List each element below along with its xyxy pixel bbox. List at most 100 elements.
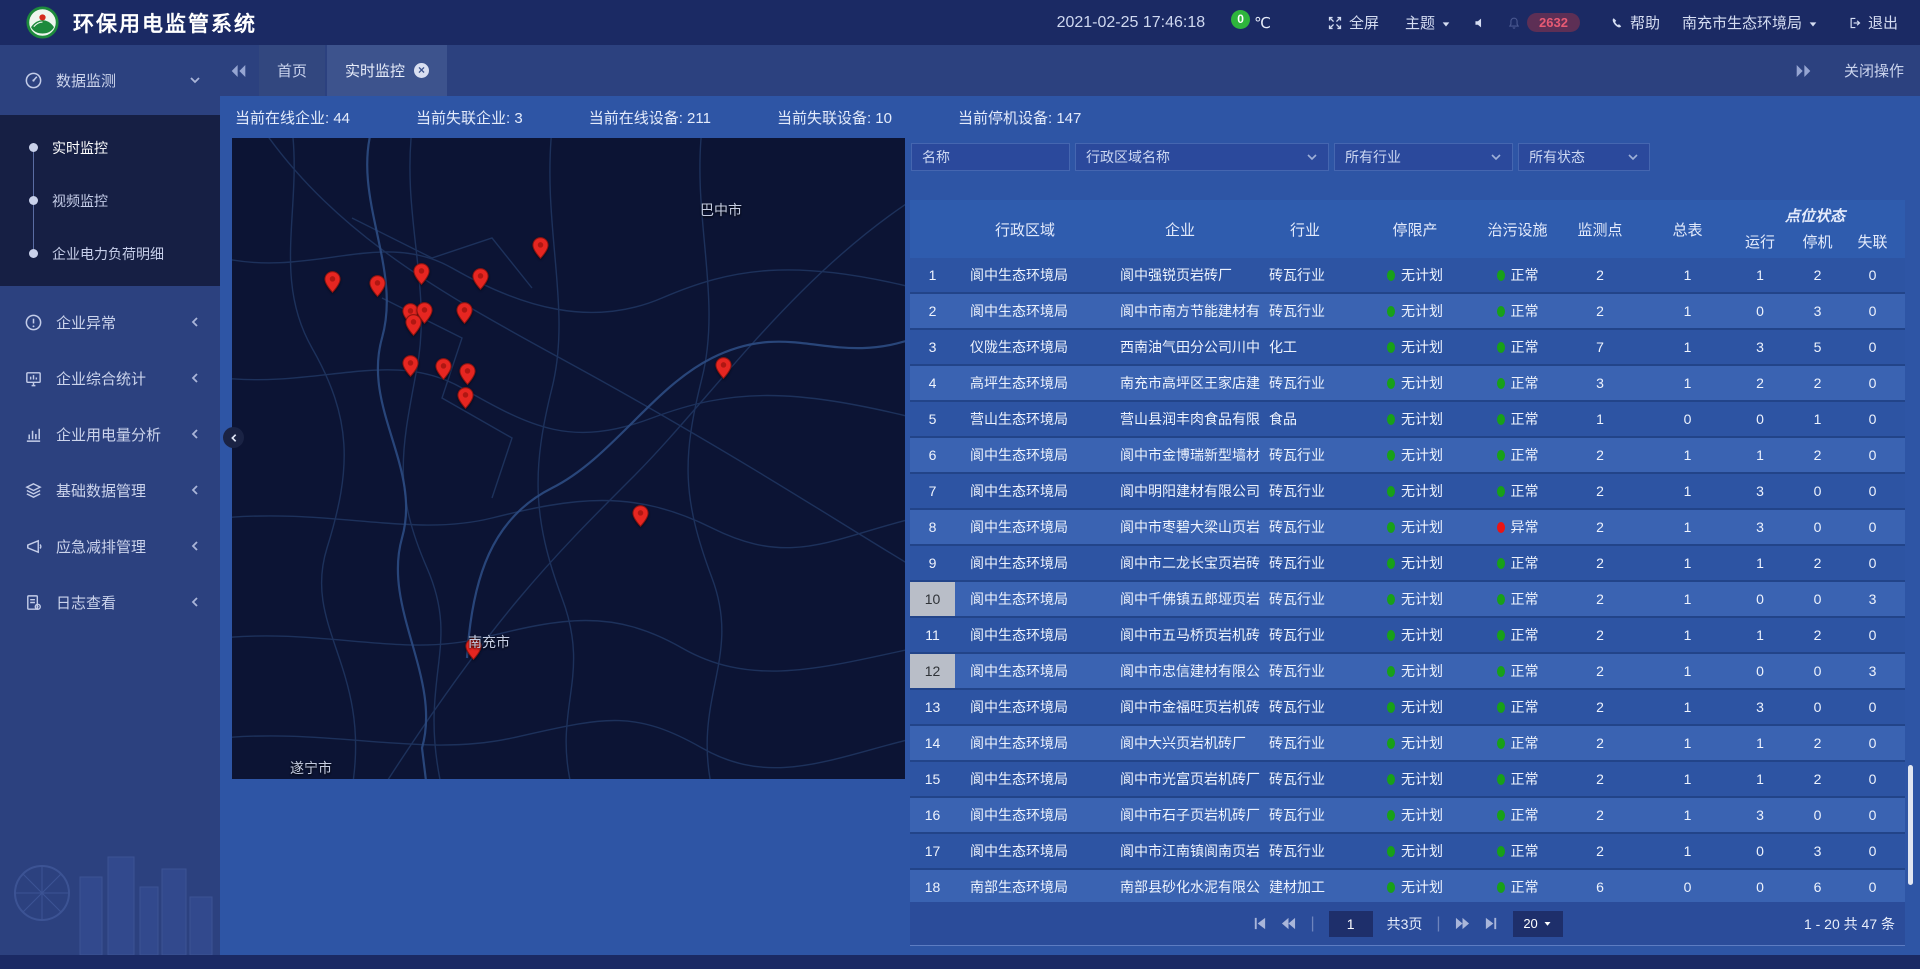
cell-monitor: 2 [1550,735,1650,751]
cell-total: 1 [1650,303,1725,319]
table-row[interactable]: 12阆中生态环境局阆中市忠信建材有限公砖瓦行业无计划正常21003 [910,654,1905,690]
theme-menu-button[interactable]: 主题 [1405,12,1451,33]
map-pin[interactable] [324,271,341,293]
table-row[interactable]: 8阆中生态环境局阆中市枣碧大梁山页岩砖瓦行业无计划异常21300 [910,510,1905,546]
map-pin[interactable] [405,314,422,336]
table-row[interactable]: 16阆中生态环境局阆中市石子页岩机砖厂砖瓦行业无计划正常21300 [910,798,1905,834]
production-label: 无计划 [1401,409,1443,429]
tab-item[interactable]: 实时监控× [327,45,447,96]
table-row[interactable]: 5营山生态环境局营山县润丰肉食品有限食品无计划正常10010 [910,402,1905,438]
map-pin[interactable] [632,505,649,527]
table-row[interactable]: 4高坪生态环境局南充市高坪区王家店建砖瓦行业无计划正常31220 [910,366,1905,402]
sound-mute-button[interactable] [1473,16,1487,30]
industry-filter-select[interactable]: 所有行业 [1334,143,1513,171]
sidebar-item-2[interactable]: 企业异常 [0,294,220,350]
cell-halt: 0 [1795,699,1840,715]
table-row[interactable]: 14阆中生态环境局阆中大兴页岩机砖厂砖瓦行业无计划正常21120 [910,726,1905,762]
sidebar-subitem[interactable]: 企业电力负荷明细 [0,227,220,280]
facility-label: 正常 [1511,301,1539,321]
tabs-scroll-left-button[interactable] [230,64,247,78]
map-pin[interactable] [402,355,419,377]
scrollbar-thumb[interactable] [1908,765,1913,885]
cell-seq: 5 [910,402,955,436]
close-icon[interactable]: × [414,63,429,78]
first-page-button[interactable] [1252,916,1267,931]
sidebar-item-4[interactable]: 企业用电量分析 [0,406,220,462]
status-dot-green [1497,702,1505,713]
industry-filter-value: 所有行业 [1345,147,1401,167]
tab-item[interactable]: 首页 [259,45,325,96]
table-row[interactable]: 11阆中生态环境局阆中市五马桥页岩机砖砖瓦行业无计划正常21120 [910,618,1905,654]
cell-lost: 0 [1840,699,1905,715]
cell-region: 阆中生态环境局 [955,589,1095,609]
org-menu-button[interactable]: 南充市生态环境局 [1682,12,1818,33]
sidebar-item-7[interactable]: 日志查看 [0,574,220,630]
name-filter-input[interactable] [922,149,1059,165]
table-row[interactable]: 18南部生态环境局南部县砂化水泥有限公建材加工无计划正常60060 [910,870,1905,906]
map-pin[interactable] [715,357,732,379]
table-row[interactable]: 15阆中生态环境局阆中市光富页岩机砖厂砖瓦行业无计划正常21120 [910,762,1905,798]
city-label: 巴中市 [700,200,742,220]
table-row[interactable]: 13阆中生态环境局阆中市金福旺页岩机砖砖瓦行业无计划正常21300 [910,690,1905,726]
facility-label: 正常 [1511,625,1539,645]
sidebar-item-3[interactable]: 企业综合统计 [0,350,220,406]
status-dot-green [1497,270,1505,281]
table-row[interactable]: 3仪陇生态环境局西南油气田分公司川中化工无计划正常71350 [910,330,1905,366]
page-size-select[interactable]: 20 [1513,911,1563,937]
col-header: 企业 [1165,219,1195,240]
notifications-button[interactable]: 2632 [1507,13,1580,32]
table-row[interactable]: 9阆中生态环境局阆中市二龙长宝页岩砖砖瓦行业无计划正常21120 [910,546,1905,582]
facility-label: 正常 [1511,337,1539,357]
table-row[interactable]: 7阆中生态环境局阆中明阳建材有限公司砖瓦行业无计划正常21300 [910,474,1905,510]
cell-facility-status: 正常 [1485,625,1550,645]
sidebar-item-6[interactable]: 应急减排管理 [0,518,220,574]
facility-label: 异常 [1511,517,1539,537]
cell-facility-status: 正常 [1485,661,1550,681]
status-dot-green [1497,846,1505,857]
table-row[interactable]: 10阆中生态环境局阆中千佛镇五郎垭页岩砖瓦行业无计划正常21003 [910,582,1905,618]
map-pin[interactable] [369,275,386,297]
map-pin[interactable] [472,268,489,290]
map-pin[interactable] [457,387,474,409]
sidebar-subitem[interactable]: 实时监控 [0,121,220,174]
sidebar-subitem[interactable]: 视频监控 [0,174,220,227]
bar-chart-icon [24,425,44,444]
production-label: 无计划 [1401,373,1443,393]
logout-button[interactable]: 退出 [1848,12,1898,33]
region-filter-select[interactable]: 行政区域名称 [1075,143,1329,171]
cell-region: 仪陇生态环境局 [955,337,1095,357]
next-page-button[interactable] [1455,916,1470,931]
map-pin[interactable] [413,263,430,285]
status-filter-select[interactable]: 所有状态 [1518,143,1650,171]
prev-page-button[interactable] [1281,916,1296,931]
col-header: 治污设施 [1487,219,1547,240]
cell-industry: 砖瓦行业 [1265,265,1345,285]
panel-collapse-button[interactable] [223,427,244,448]
map-pin[interactable] [456,302,473,324]
sidebar-item-label: 应急减排管理 [56,536,146,557]
sidebar-item-1[interactable]: 数据监测 [0,45,220,115]
table-row[interactable]: 17阆中生态环境局阆中市江南镇阆南页岩砖瓦行业无计划正常21030 [910,834,1905,870]
cell-monitor: 3 [1550,375,1650,391]
table-row[interactable]: 6阆中生态环境局阆中市金博瑞新型墙材砖瓦行业无计划正常21120 [910,438,1905,474]
cell-company: 阆中市枣碧大梁山页岩 [1095,517,1265,537]
page-number-input[interactable]: 1 [1329,911,1373,937]
cell-company: 营山县润丰肉食品有限 [1095,409,1265,429]
close-operations-button[interactable]: 关闭操作 [1844,60,1904,81]
cell-region: 阆中生态环境局 [955,481,1095,501]
map-pin[interactable] [532,237,549,259]
cell-facility-status: 正常 [1485,553,1550,573]
tabs-scroll-right-button[interactable] [1795,64,1812,78]
cell-halt: 5 [1795,339,1840,355]
help-button[interactable]: 帮助 [1610,12,1660,33]
table-row[interactable]: 2阆中生态环境局阆中市南方节能建材有砖瓦行业无计划正常21030 [910,294,1905,330]
table-row[interactable]: 1阆中生态环境局阆中强锐页岩砖厂砖瓦行业无计划正常21120 [910,258,1905,294]
map[interactable]: 巴中市南充市遂宁市 [232,138,905,779]
cell-monitor: 2 [1550,627,1650,643]
last-page-button[interactable] [1484,916,1499,931]
fullscreen-button[interactable]: 全屏 [1327,12,1379,33]
map-pin[interactable] [435,358,452,380]
chevron-left-icon [189,428,201,440]
map-pin[interactable] [459,363,476,385]
sidebar-item-5[interactable]: 基础数据管理 [0,462,220,518]
